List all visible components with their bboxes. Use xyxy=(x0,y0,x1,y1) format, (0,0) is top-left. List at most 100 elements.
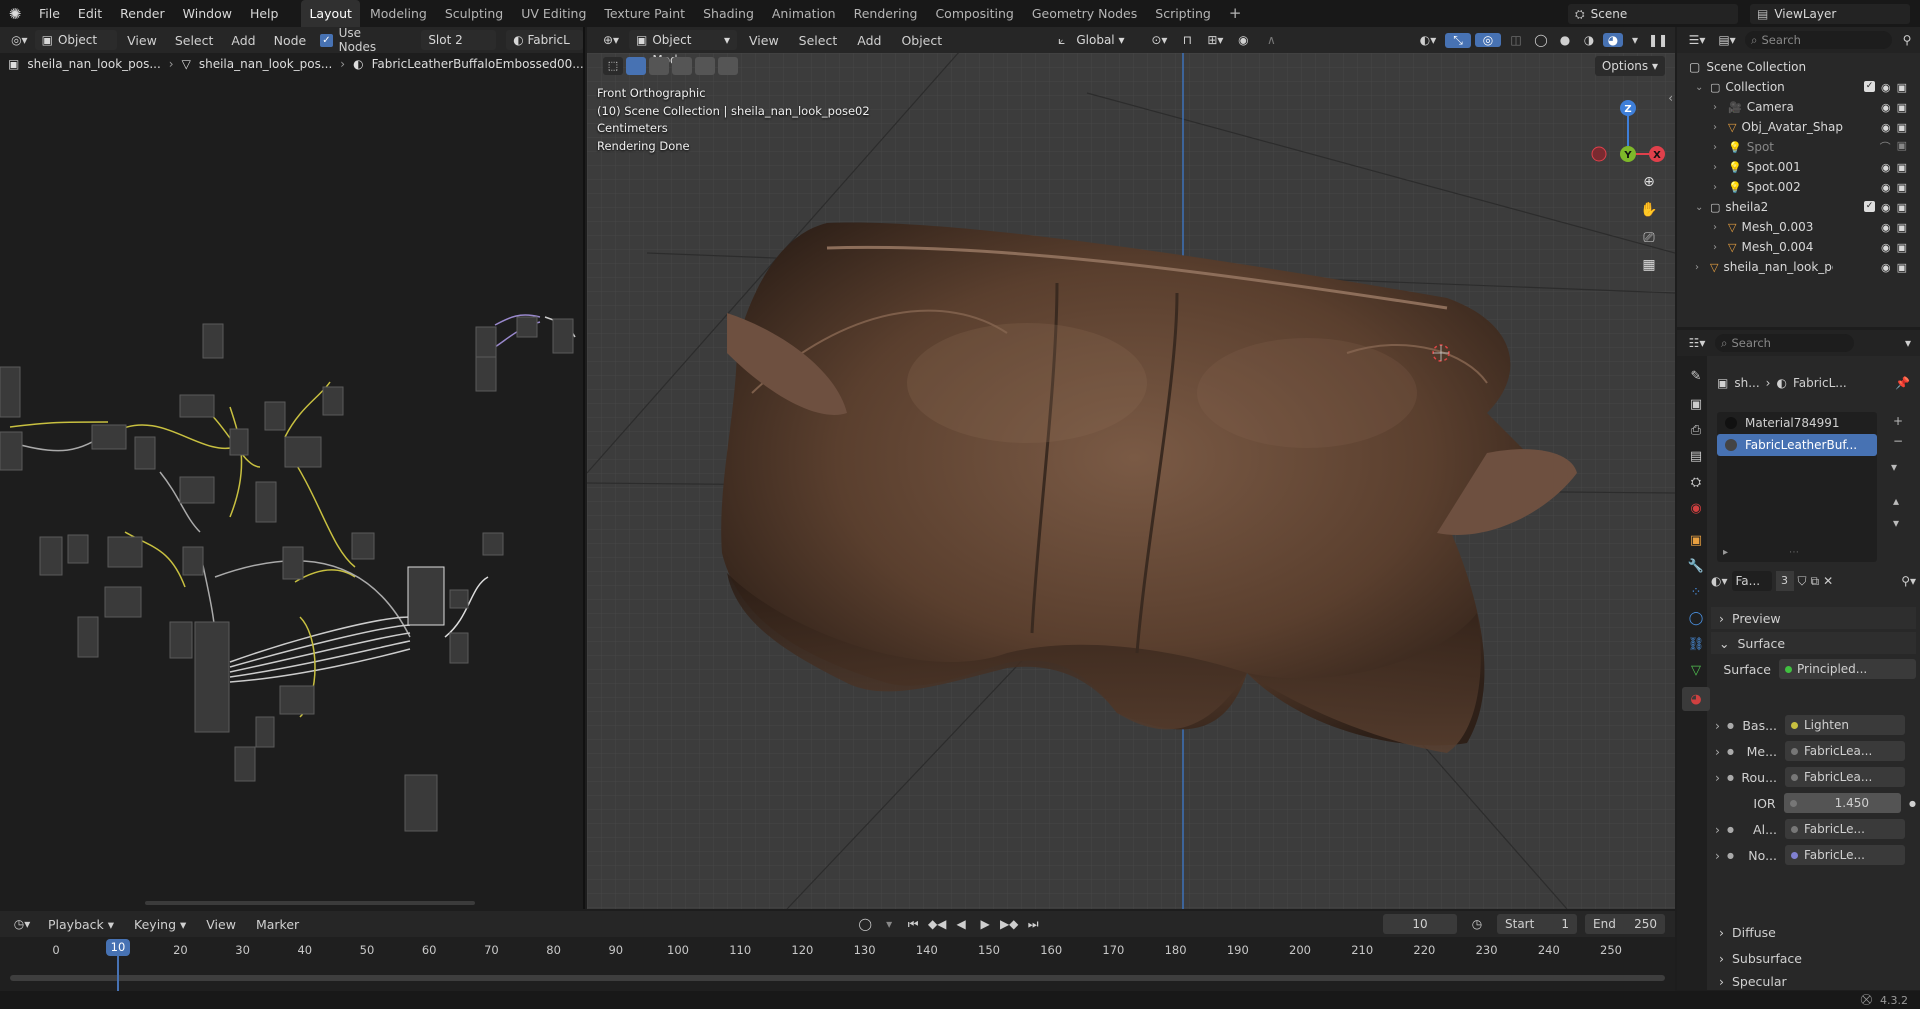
editor-type-icon[interactable]: ⊕▾ xyxy=(597,33,625,47)
tab-geometry-nodes[interactable]: Geometry Nodes xyxy=(1024,0,1145,27)
keyframe-dot-icon[interactable]: ● xyxy=(1909,799,1916,808)
diffuse-panel-header[interactable]: › Diffuse xyxy=(1711,921,1916,943)
tab-layout[interactable]: Layout xyxy=(301,0,360,27)
start-frame-field[interactable]: Start 1 xyxy=(1497,914,1577,934)
menu-view[interactable]: View xyxy=(741,33,787,48)
ortho-toggle-icon[interactable]: ▦ xyxy=(1639,257,1659,277)
tab-modeling[interactable]: Modeling xyxy=(362,0,435,27)
overlay-toggle-icon[interactable]: ◎ xyxy=(1475,33,1501,47)
fake-user-icon[interactable]: ⛉ xyxy=(1798,574,1807,589)
output-tab-icon[interactable]: ⎙ xyxy=(1686,420,1706,440)
physics-tab-icon[interactable]: ◯ xyxy=(1686,608,1706,628)
properties-search-input[interactable]: ⌕ Search xyxy=(1715,334,1854,352)
surface-panel-header[interactable]: ⌄ Surface xyxy=(1711,632,1916,654)
slot-dropdown[interactable]: Slot 2 xyxy=(421,30,497,50)
outliner-item[interactable]: › 💡 Spot.001 ◉ ▣ xyxy=(1677,157,1917,177)
tool-tab-icon[interactable]: ✎ xyxy=(1686,366,1706,386)
material-dropdown[interactable]: ◐ FabricL xyxy=(506,30,583,50)
outliner-item[interactable]: › ▽ Mesh_0.003 ◉ ▣ xyxy=(1677,217,1917,237)
render-tab-icon[interactable]: ▣ xyxy=(1686,394,1706,414)
expand-chevron-icon[interactable]: ▸ xyxy=(1723,547,1728,558)
tab-shading[interactable]: Shading xyxy=(695,0,762,27)
eye-visibility-icon[interactable]: ◉ xyxy=(1881,81,1891,94)
chevron-right-icon[interactable]: › xyxy=(1715,718,1727,733)
add-workspace-button[interactable]: + xyxy=(1221,0,1250,27)
pause-render-icon[interactable]: ❚❚ xyxy=(1647,33,1669,47)
zoom-icon[interactable]: ⊕ xyxy=(1639,174,1659,194)
object-type-dropdown[interactable]: ▣ Object xyxy=(34,30,118,50)
chevron-right-icon[interactable]: › xyxy=(1715,848,1727,863)
tab-animation[interactable]: Animation xyxy=(764,0,844,27)
eye-visibility-icon[interactable]: ◉ xyxy=(1881,241,1891,254)
close-icon[interactable]: ✕ xyxy=(1823,574,1833,588)
wireframe-shading-icon[interactable]: ◯ xyxy=(1531,33,1551,47)
menu-select[interactable]: Select xyxy=(167,33,222,48)
view-layer-selector[interactable]: ▤ ViewLayer xyxy=(1750,3,1910,24)
sidebar-toggle-chevron-icon[interactable]: ‹ xyxy=(1668,91,1673,105)
playhead-frame-badge[interactable]: 10 xyxy=(106,939,130,956)
shader-input-field[interactable]: FabricLe... xyxy=(1785,845,1905,865)
material-tab-icon[interactable]: ◕ xyxy=(1682,687,1710,711)
exclude-checkbox[interactable]: ✓ xyxy=(1863,200,1875,212)
chevron-down-icon[interactable]: ▾ xyxy=(1900,336,1916,350)
outliner-item[interactable]: ⌄ ▢ Collection ✓ ◉ ▣ xyxy=(1677,77,1917,97)
clock-icon[interactable]: ◷ xyxy=(1467,917,1487,931)
jump-start-icon[interactable]: ⏮ xyxy=(903,917,923,932)
mode-invert-icon[interactable] xyxy=(695,57,715,75)
outliner-item[interactable]: › ▽ Mesh_0.004 ◉ ▣ xyxy=(1677,237,1917,257)
eye-visibility-icon[interactable]: ◉ xyxy=(1881,121,1891,134)
chevron-right-icon[interactable]: › xyxy=(1713,182,1723,193)
chevron-right-icon[interactable]: › xyxy=(1713,222,1723,233)
mode-intersect-icon[interactable] xyxy=(718,57,738,75)
eye-visibility-icon[interactable]: ◉ xyxy=(1881,221,1891,234)
object-tab-icon[interactable]: ▣ xyxy=(1686,530,1706,550)
jump-end-icon[interactable]: ⏭ xyxy=(1023,917,1043,932)
play-icon[interactable]: ▶ xyxy=(975,917,995,931)
camera-view-icon[interactable]: ⎚ xyxy=(1639,230,1659,250)
material-preview-icon[interactable]: ◑ xyxy=(1579,33,1599,47)
eye-visibility-icon[interactable]: ⌒ xyxy=(1880,139,1891,155)
editor-type-icon[interactable]: ☰▾ xyxy=(1685,33,1709,47)
tab-scripting[interactable]: Scripting xyxy=(1147,0,1219,27)
material-name-field[interactable]: Fa... xyxy=(1731,571,1772,591)
prev-keyframe-icon[interactable]: ◆◀ xyxy=(927,917,947,931)
tab-compositing[interactable]: Compositing xyxy=(927,0,1021,27)
menu-view[interactable]: View xyxy=(198,917,244,932)
tab-sculpting[interactable]: Sculpting xyxy=(437,0,511,27)
material-slots-list[interactable]: Material784991 FabricLeatherBuf... ⋯ ▸ xyxy=(1717,412,1877,562)
render-visibility-icon[interactable]: ▣ xyxy=(1897,139,1907,155)
editor-type-icon[interactable]: ☷▾ xyxy=(1685,336,1709,350)
shader-input-field[interactable]: 1.450 xyxy=(1783,793,1902,813)
chevron-right-icon[interactable]: › xyxy=(1713,162,1723,173)
gizmo-toggle-icon[interactable]: ⤡ xyxy=(1445,32,1471,48)
menu-select[interactable]: Select xyxy=(791,33,846,48)
pivot-icon[interactable]: ⊙▾ xyxy=(1147,33,1171,47)
eye-visibility-icon[interactable]: ◉ xyxy=(1881,181,1891,194)
constraints-tab-icon[interactable]: ⛓ xyxy=(1686,634,1706,654)
shader-input-field[interactable]: FabricLea... xyxy=(1785,767,1905,787)
chevron-right-icon[interactable]: › xyxy=(1713,242,1723,253)
outliner-item[interactable]: › 💡 Spot.002 ◉ ▣ xyxy=(1677,177,1917,197)
menu-node[interactable]: Node xyxy=(266,33,315,48)
options-button[interactable]: Options ▾ xyxy=(1594,56,1665,76)
subsurface-panel-header[interactable]: › Subsurface xyxy=(1711,947,1916,969)
surface-shader-field[interactable]: Principled... xyxy=(1779,659,1916,679)
menu-file[interactable]: File xyxy=(30,0,69,27)
preview-panel-header[interactable]: › Preview xyxy=(1711,607,1916,629)
data-tab-icon[interactable]: ▽ xyxy=(1686,660,1706,680)
chevron-down-icon[interactable]: ⌄ xyxy=(1695,82,1705,93)
scene-tab-icon[interactable]: ⛭ xyxy=(1686,472,1706,492)
rendered-shading-icon[interactable]: ◕ xyxy=(1603,33,1623,47)
view-layer-tab-icon[interactable]: ▤ xyxy=(1686,446,1706,466)
eye-visibility-icon[interactable]: ◉ xyxy=(1881,161,1891,174)
visibility-icon[interactable]: ◐▾ xyxy=(1415,33,1441,47)
chevron-right-icon[interactable]: › xyxy=(1695,262,1705,273)
menu-object[interactable]: Object xyxy=(893,33,950,48)
render-visibility-icon[interactable]: ▣ xyxy=(1897,201,1907,214)
node-link-icon[interactable]: ⚲▾ xyxy=(1901,574,1916,588)
menu-add[interactable]: Add xyxy=(849,33,889,48)
eye-visibility-icon[interactable]: ◉ xyxy=(1881,201,1891,214)
tab-rendering[interactable]: Rendering xyxy=(846,0,926,27)
end-frame-field[interactable]: End 250 xyxy=(1585,914,1665,934)
outliner-item[interactable]: › 🎥 Camera ◉ ▣ xyxy=(1677,97,1917,117)
